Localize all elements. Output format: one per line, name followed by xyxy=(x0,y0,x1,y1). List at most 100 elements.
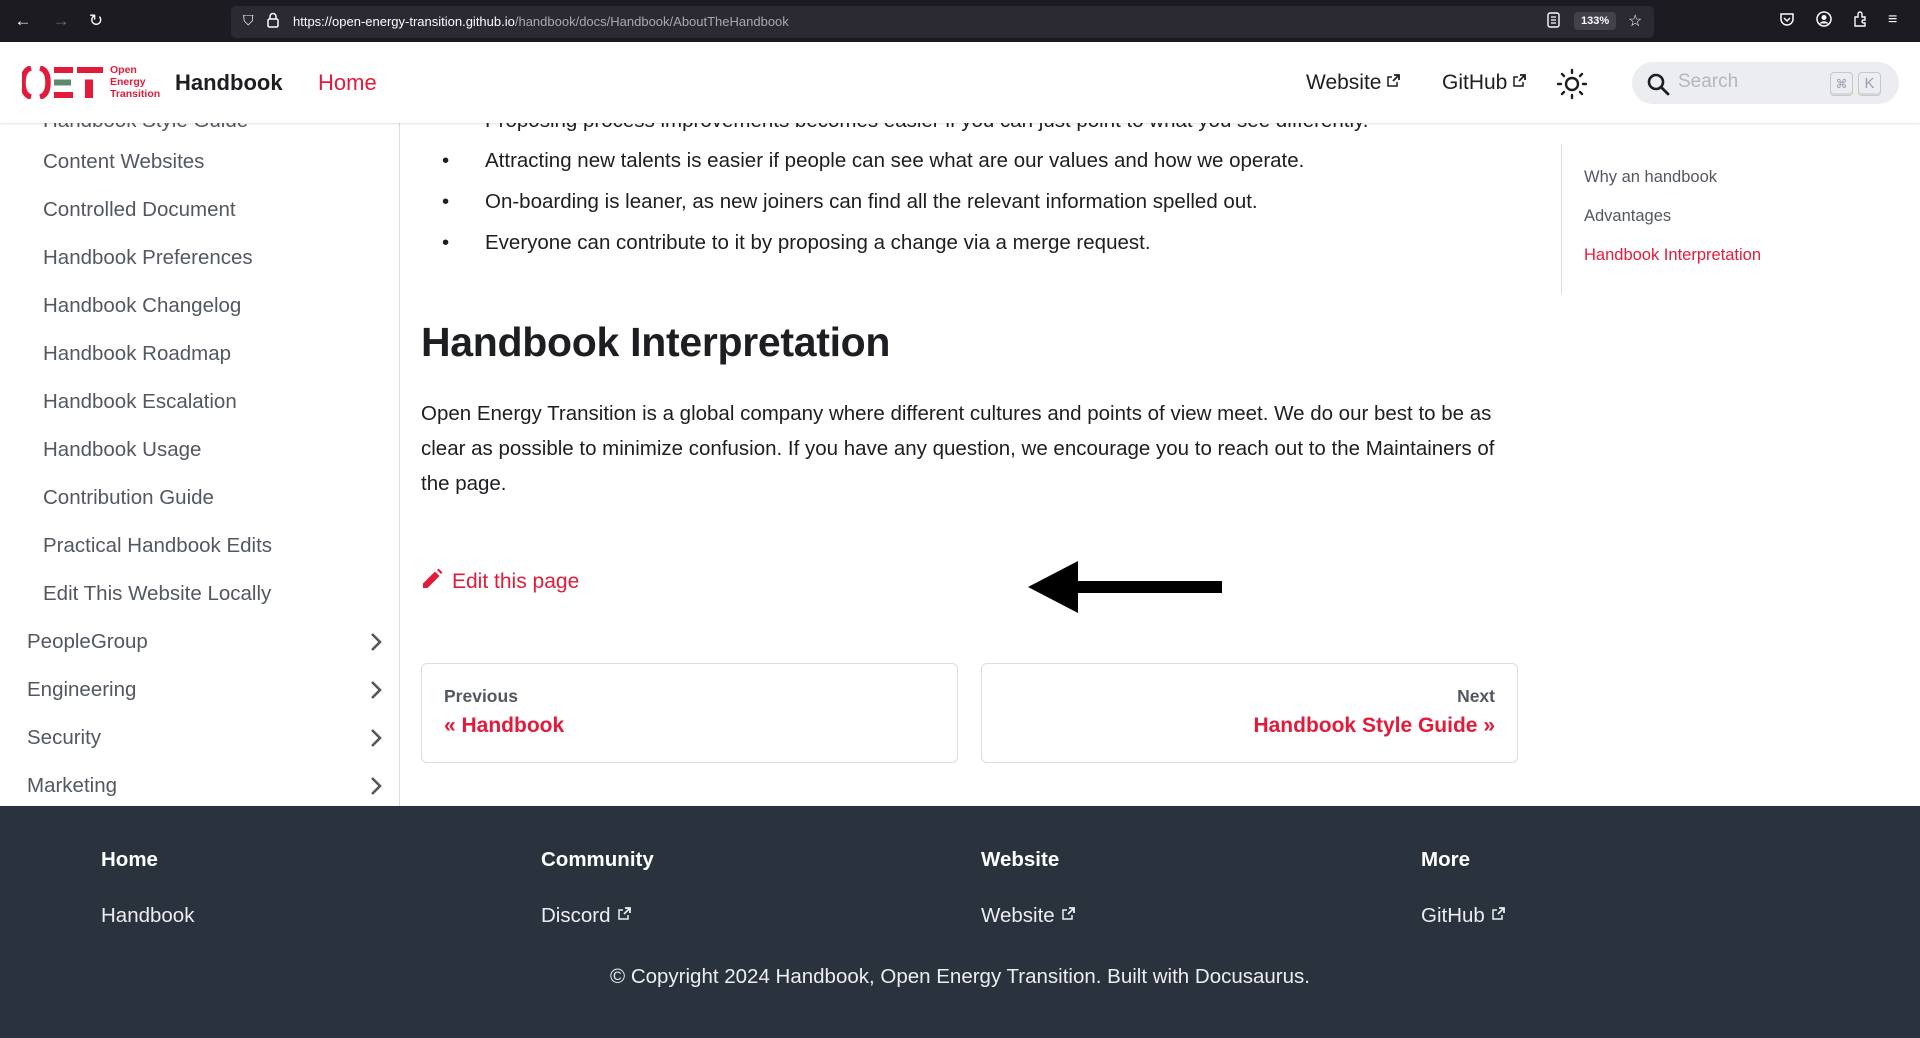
section-heading: Handbook Interpretation xyxy=(421,319,891,365)
chevron-right-icon[interactable] xyxy=(365,679,387,701)
footer-column-title: Community xyxy=(541,848,654,871)
footer-column-home: Home Handbook xyxy=(101,848,194,928)
sidebar-item-clipped[interactable]: Handbook Style Guide xyxy=(43,123,248,133)
kbd-cmd-key: ⌘ xyxy=(1830,72,1853,96)
sidebar-item-practical-handbook-edits[interactable]: Practical Handbook Edits xyxy=(43,534,272,558)
footer-link-discord[interactable]: Discord xyxy=(541,904,654,928)
navbar-title[interactable]: Handbook xyxy=(175,70,283,96)
footer-column-more: More GitHub xyxy=(1421,848,1505,928)
footer-link-handbook[interactable]: Handbook xyxy=(101,904,194,928)
sidebar-item-edit-this-website-locally[interactable]: Edit This Website Locally xyxy=(43,582,271,606)
sidebar-item-contribution-guide[interactable]: Contribution Guide xyxy=(43,486,214,510)
logo-word-transition: Transition xyxy=(110,88,161,100)
external-link-icon xyxy=(617,907,631,920)
sidebar-item-handbook-escalation[interactable]: Handbook Escalation xyxy=(43,390,237,414)
section-paragraph: Open Energy Transition is a global compa… xyxy=(421,402,1495,495)
address-bar[interactable]: ⛉ https://open-energy-transition.github.… xyxy=(231,6,1654,38)
sidebar-category-marketing[interactable]: Marketing xyxy=(27,774,387,798)
search-icon xyxy=(1647,73,1670,96)
chevron-right-icon[interactable] xyxy=(365,631,387,653)
external-link-icon xyxy=(1387,74,1401,87)
browser-toolbar: ← → ↻ ⛉ https://open-energy-transition.g… xyxy=(0,0,1920,42)
search-input[interactable] xyxy=(1678,71,1818,93)
footer-column-title: More xyxy=(1421,848,1470,871)
annotation-arrow-left-icon xyxy=(1028,561,1222,613)
reader-view-icon[interactable] xyxy=(1547,12,1560,31)
footer-link-label: Discord xyxy=(541,904,611,927)
docs-sidebar: Handbook Style Guide Content Websites Co… xyxy=(0,123,400,806)
pagination-previous-sublabel: Previous xyxy=(444,686,518,706)
sidebar-category-label: Marketing xyxy=(27,774,118,797)
extensions-icon[interactable] xyxy=(1852,11,1868,32)
lock-icon[interactable] xyxy=(267,12,279,31)
site-navbar: Open Energy Transition Handbook Home Web… xyxy=(0,42,1920,123)
list-item: Attracting new talents is easier if peop… xyxy=(421,149,1304,173)
footer-link-github[interactable]: GitHub xyxy=(1421,904,1505,928)
chevron-right-icon[interactable] xyxy=(365,727,387,749)
footer-link-label: Website xyxy=(981,904,1055,927)
pagination-next-label: Handbook Style Guide » xyxy=(1253,714,1495,737)
footer-link-label: GitHub xyxy=(1421,904,1485,927)
edit-this-page-label: Edit this page xyxy=(452,570,580,593)
url-host: https://open-energy-transition.github.io xyxy=(293,14,515,29)
sidebar-item-content-websites[interactable]: Content Websites xyxy=(43,150,204,174)
back-arrow-icon[interactable]: ← xyxy=(12,10,34,32)
footer-column-website: Website Website xyxy=(981,848,1075,928)
sidebar-category-peoplegroup[interactable]: PeopleGroup xyxy=(27,630,387,654)
sidebar-item-handbook-roadmap[interactable]: Handbook Roadmap xyxy=(43,342,231,366)
pagination-previous[interactable]: Previous « Handbook xyxy=(421,663,958,763)
sidebar-item-handbook-preferences[interactable]: Handbook Preferences xyxy=(43,246,253,270)
footer-column-title: Home xyxy=(101,848,158,871)
pocket-icon[interactable] xyxy=(1779,11,1795,32)
pagination-next-sublabel: Next xyxy=(1457,686,1495,706)
account-icon[interactable] xyxy=(1816,11,1832,32)
reload-icon[interactable]: ↻ xyxy=(85,10,107,32)
nav-link-github[interactable]: GitHub xyxy=(1442,71,1527,95)
site-footer: Home Handbook Community Discord Website … xyxy=(0,806,1920,1038)
pencil-icon xyxy=(423,568,443,588)
pagination-next[interactable]: Next Handbook Style Guide » xyxy=(981,663,1518,763)
list-item: Everyone can contribute to it by proposi… xyxy=(421,231,1151,255)
sidebar-category-engineering[interactable]: Engineering xyxy=(27,678,387,702)
url-text[interactable]: https://open-energy-transition.github.io… xyxy=(293,14,789,29)
zoom-level-badge[interactable]: 133% xyxy=(1574,12,1617,30)
footer-column-community: Community Discord xyxy=(541,848,654,928)
external-link-icon xyxy=(1061,907,1075,920)
toc-item-why-an-handbook[interactable]: Why an handbook xyxy=(1584,168,1717,187)
nav-link-github-label: GitHub xyxy=(1442,71,1508,94)
bookmark-star-icon[interactable]: ☆ xyxy=(1628,11,1642,31)
sidebar-category-label: Security xyxy=(27,726,102,749)
sidebar-category-label: PeopleGroup xyxy=(27,630,148,653)
shield-icon[interactable]: ⛉ xyxy=(243,12,254,29)
sidebar-category-label: Engineering xyxy=(27,678,137,701)
chevron-right-icon[interactable] xyxy=(365,775,387,797)
external-link-icon xyxy=(1513,74,1527,87)
edit-this-page-link[interactable]: Edit this page xyxy=(421,568,579,594)
footer-link-label: Handbook xyxy=(101,904,195,927)
forward-arrow-icon[interactable]: → xyxy=(50,10,72,32)
footer-copyright: © Copyright 2024 Handbook, Open Energy T… xyxy=(610,965,1310,988)
menu-hamburger-icon[interactable]: ≡ xyxy=(1888,11,1897,29)
oet-logo-mark xyxy=(20,65,103,100)
toc-item-handbook-interpretation[interactable]: Handbook Interpretation xyxy=(1584,246,1761,265)
nav-link-home[interactable]: Home xyxy=(318,70,377,96)
logo-wordmark: Open Energy Transition xyxy=(110,64,160,100)
url-path: /handbook/docs/Handbook/AboutTheHandbook xyxy=(514,14,789,29)
footer-link-website[interactable]: Website xyxy=(981,904,1075,928)
toc-item-advantages[interactable]: Advantages xyxy=(1584,207,1671,226)
sidebar-item-handbook-changelog[interactable]: Handbook Changelog xyxy=(43,294,241,318)
external-link-icon xyxy=(1492,907,1505,920)
list-item: On-boarding is leaner, as new joiners ca… xyxy=(421,190,1258,214)
nav-link-website[interactable]: Website xyxy=(1306,71,1401,95)
logo-word-energy: Energy xyxy=(110,76,146,88)
oet-logo[interactable] xyxy=(20,65,104,104)
nav-link-website-label: Website xyxy=(1306,71,1382,94)
theme-toggle-sun-icon[interactable] xyxy=(1556,68,1588,100)
pagination-previous-label: « Handbook xyxy=(444,714,565,737)
search-box[interactable]: ⌘ K xyxy=(1632,62,1899,104)
sidebar-category-security[interactable]: Security xyxy=(27,726,387,750)
sidebar-item-controlled-document[interactable]: Controlled Document xyxy=(43,198,236,222)
sidebar-item-handbook-usage[interactable]: Handbook Usage xyxy=(43,438,201,462)
footer-column-title: Website xyxy=(981,848,1060,871)
logo-word-open: Open xyxy=(110,64,137,76)
